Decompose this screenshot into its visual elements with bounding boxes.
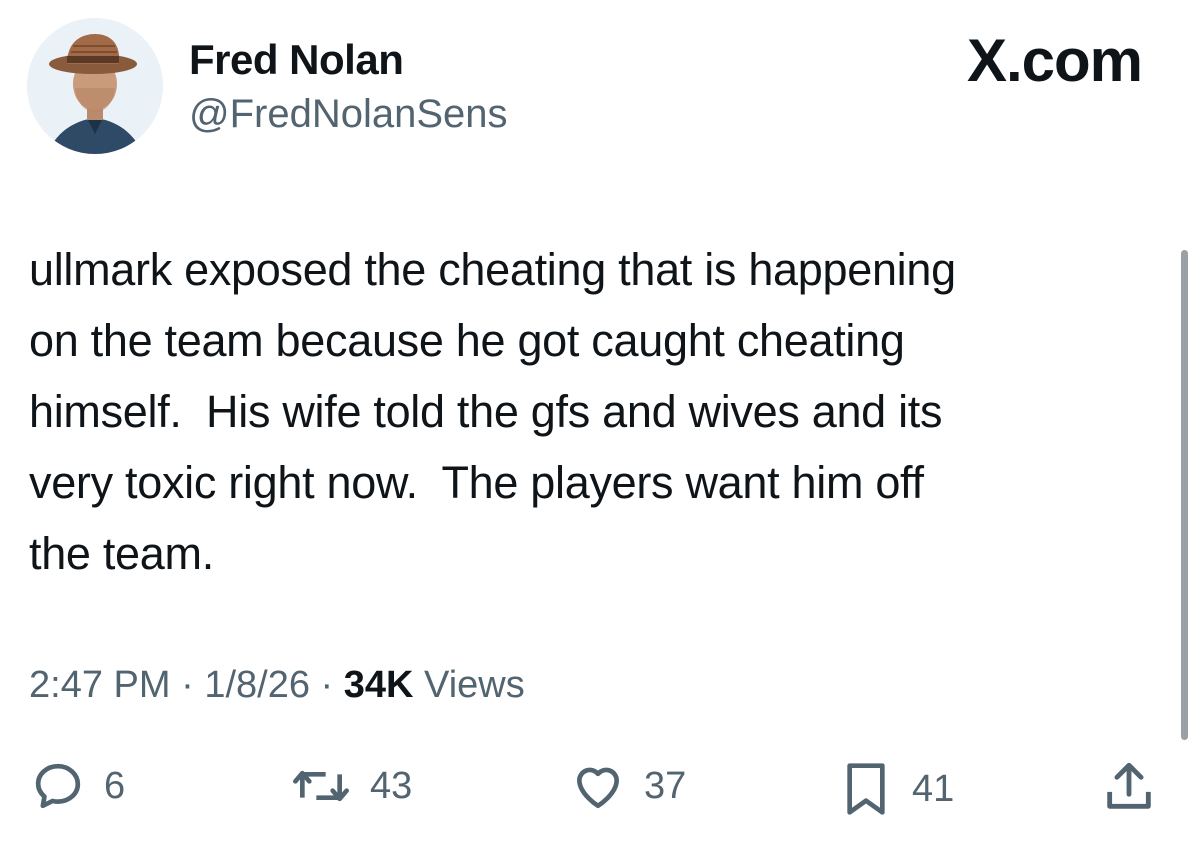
author-name[interactable]: Fred Nolan xyxy=(189,36,404,84)
avatar[interactable] xyxy=(27,18,163,154)
author-handle[interactable]: @FredNolanSens xyxy=(189,92,508,137)
repost-count: 43 xyxy=(370,764,413,807)
heart-icon xyxy=(577,767,619,809)
share-button[interactable] xyxy=(1100,758,1158,816)
action-bar: 6 43 37 41 xyxy=(0,758,1200,828)
views-label: Views xyxy=(424,664,525,706)
repost-button[interactable]: 43 xyxy=(290,758,412,814)
share-icon xyxy=(1107,762,1151,809)
meta-separator: · xyxy=(320,664,334,706)
like-button[interactable]: 37 xyxy=(570,758,686,814)
meta-separator: · xyxy=(181,664,194,706)
avatar-image xyxy=(27,18,163,154)
scrollbar[interactable] xyxy=(1181,250,1188,740)
tweet-time[interactable]: 2:47 PM xyxy=(29,664,171,706)
tweet-date[interactable]: 1/8/26 xyxy=(204,664,310,706)
views-count: 34K xyxy=(343,664,414,706)
reply-button[interactable]: 6 xyxy=(30,758,125,814)
like-count: 37 xyxy=(644,764,687,807)
bookmark-button[interactable]: 41 xyxy=(838,758,954,820)
reply-icon xyxy=(35,763,81,809)
tweet-meta: 2:47 PM · 1/8/26 · 34K Views xyxy=(29,664,525,707)
repost-icon xyxy=(293,770,349,802)
brand-watermark: X.com xyxy=(966,27,1143,94)
tweet-text: ullmark exposed the cheating that is hap… xyxy=(29,244,956,579)
bookmark-count: 41 xyxy=(912,767,955,810)
bookmark-icon xyxy=(847,763,885,815)
reply-count: 6 xyxy=(104,764,126,807)
